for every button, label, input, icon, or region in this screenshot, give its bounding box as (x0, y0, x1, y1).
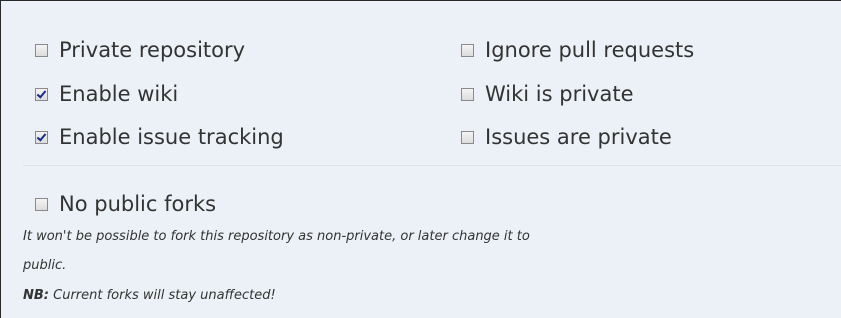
ignore-pull-requests-label: Ignore pull requests (485, 38, 695, 62)
enable-issue-tracking-checkbox[interactable] (35, 130, 48, 144)
section-divider (23, 165, 841, 166)
enable-issue-tracking-option[interactable]: Enable issue tracking (35, 122, 284, 152)
enable-wiki-label: Enable wiki (59, 82, 179, 106)
repository-settings-panel: Private repository Enable wiki Enable is… (0, 0, 841, 318)
nb-text: Current forks will stay unaffected! (49, 288, 276, 303)
no-public-forks-checkbox[interactable] (35, 197, 48, 211)
wiki-is-private-checkbox[interactable] (461, 87, 474, 101)
enable-issue-tracking-label: Enable issue tracking (59, 125, 284, 149)
fork-help-text-line1: It won't be possible to fork this reposi… (23, 229, 530, 244)
private-repository-option[interactable]: Private repository (35, 35, 245, 65)
private-repository-label: Private repository (59, 38, 246, 62)
private-repository-checkbox[interactable] (35, 43, 48, 57)
enable-wiki-checkbox[interactable] (35, 87, 48, 101)
wiki-is-private-label: Wiki is private (485, 82, 634, 106)
nb-label: NB: (23, 288, 49, 303)
issues-are-private-option[interactable]: Issues are private (461, 122, 672, 152)
issues-are-private-label: Issues are private (485, 125, 672, 149)
no-public-forks-label: No public forks (59, 192, 217, 216)
wiki-is-private-option[interactable]: Wiki is private (461, 79, 634, 109)
issues-are-private-checkbox[interactable] (461, 130, 474, 144)
ignore-pull-requests-option[interactable]: Ignore pull requests (461, 35, 694, 65)
nb-note: NB: Current forks will stay unaffected! (23, 288, 276, 303)
ignore-pull-requests-checkbox[interactable] (461, 43, 474, 57)
enable-wiki-option[interactable]: Enable wiki (35, 79, 178, 109)
no-public-forks-option[interactable]: No public forks (35, 189, 216, 219)
fork-help-text-line2: public. (23, 258, 67, 273)
